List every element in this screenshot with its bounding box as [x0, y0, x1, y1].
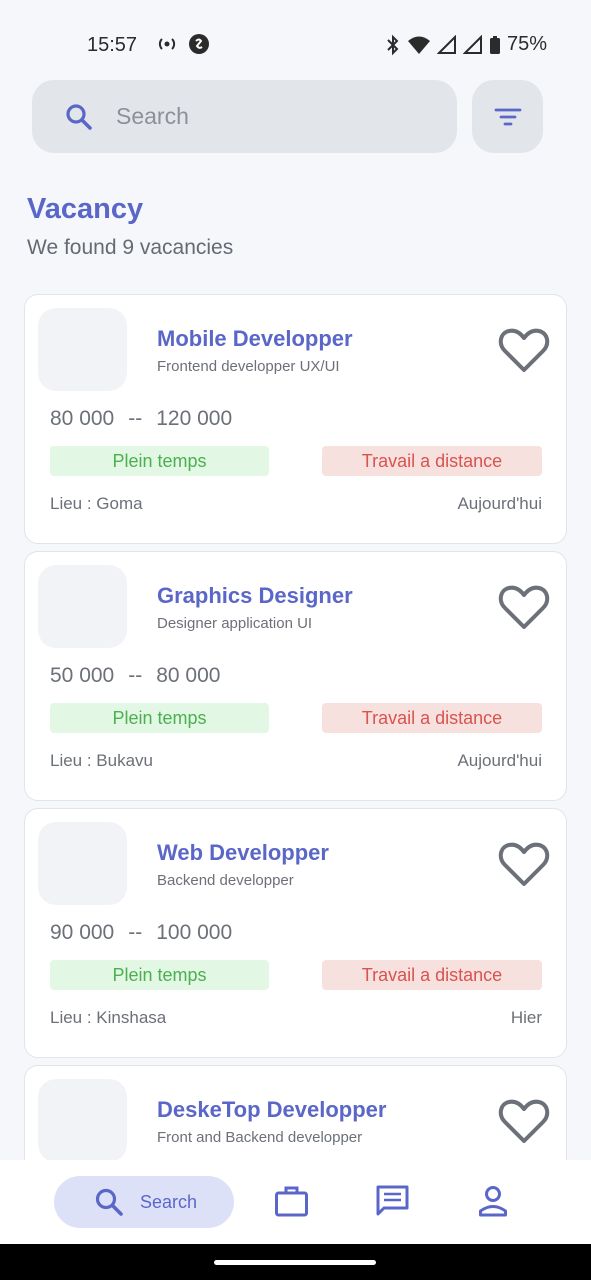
wifi-icon [407, 36, 430, 54]
salary-separator: -- [128, 664, 143, 687]
job-title: Mobile Developper [157, 326, 353, 351]
battery-icon [489, 35, 500, 54]
tag-job-type: Plein temps [50, 960, 269, 990]
tag-job-type: Plein temps [50, 703, 269, 733]
search-icon [66, 103, 92, 130]
heart-icon[interactable] [497, 839, 551, 889]
salary-min: 50 000 [50, 664, 115, 687]
job-subtitle: Designer application UI [157, 615, 313, 632]
salary-max: 80 000 [156, 664, 221, 687]
briefcase-icon[interactable] [274, 1184, 309, 1218]
job-card[interactable]: Web Developper Backend developper 90 000… [24, 808, 567, 1058]
job-card[interactable]: Graphics Designer Designer application U… [24, 551, 567, 801]
tag-work-mode: Travail a distance [322, 960, 542, 990]
shazam-icon [189, 34, 209, 54]
person-icon[interactable] [478, 1184, 508, 1218]
job-date: Hier [510, 1008, 542, 1027]
tag-work-mode: Travail a distance [322, 703, 542, 733]
status-time: 15:57 [87, 34, 138, 56]
job-date: Aujourd'hui [457, 494, 542, 513]
filter-button[interactable] [472, 80, 543, 153]
nav-search-tab[interactable]: Search [54, 1176, 234, 1228]
job-date: Aujourd'hui [457, 751, 542, 770]
page-subtitle: We found 9 vacancies [27, 236, 234, 259]
search-input[interactable] [116, 103, 416, 130]
chat-icon[interactable] [375, 1184, 410, 1218]
salary-min: 90 000 [50, 921, 115, 944]
search-bar[interactable] [32, 80, 457, 153]
status-right: 75% [385, 33, 547, 56]
company-logo [38, 1079, 127, 1160]
page-title: Vacancy [27, 193, 144, 225]
tag-work-mode: Travail a distance [322, 446, 542, 476]
company-logo [38, 565, 127, 648]
job-subtitle: Front and Backend developper [157, 1129, 363, 1146]
job-location: Lieu : Goma [50, 494, 143, 513]
job-subtitle: Backend developper [157, 872, 294, 889]
battery-percent: 75% [506, 33, 547, 55]
salary-min: 80 000 [50, 407, 115, 430]
company-logo [38, 822, 127, 905]
heart-icon[interactable] [497, 582, 551, 632]
vacancy-list[interactable]: Mobile Developper Frontend developper UX… [24, 294, 567, 1160]
signal-icon-2 [462, 34, 482, 54]
job-card[interactable]: Mobile Developper Frontend developper UX… [24, 294, 567, 544]
job-subtitle: Frontend developper UX/UI [157, 358, 340, 375]
nav-search-label: Search [140, 1191, 198, 1212]
home-indicator[interactable] [214, 1260, 376, 1265]
heart-icon[interactable] [497, 1096, 551, 1146]
bottom-nav: Search [0, 1160, 591, 1244]
salary-range: 80 000 -- 120 000 [50, 407, 232, 431]
salary-range: 90 000 -- 100 000 [50, 921, 232, 945]
filter-icon [494, 108, 521, 125]
salary-separator: -- [128, 407, 143, 430]
salary-range: 50 000 -- 80 000 [50, 664, 220, 688]
job-title: DeskeTop Developper [157, 1097, 387, 1122]
search-icon [95, 1188, 123, 1216]
salary-max: 100 000 [156, 921, 233, 944]
tag-job-type: Plein temps [50, 446, 269, 476]
job-location: Lieu : Bukavu [50, 751, 154, 770]
system-nav-bar [0, 1244, 591, 1280]
salary-max: 120 000 [156, 407, 233, 430]
job-title: Graphics Designer [157, 583, 353, 608]
hotspot-icon [158, 38, 176, 50]
status-left-icons [156, 33, 210, 55]
bluetooth-icon [387, 34, 399, 55]
signal-icon [436, 34, 456, 54]
company-logo [38, 308, 127, 391]
job-title: Web Developper [157, 840, 329, 865]
job-card[interactable]: DeskeTop Developper Front and Backend de… [24, 1065, 567, 1160]
job-location: Lieu : Kinshasa [50, 1008, 167, 1027]
heart-icon[interactable] [497, 325, 551, 375]
salary-separator: -- [128, 921, 143, 944]
status-bar: 15:57 75% [0, 0, 591, 90]
